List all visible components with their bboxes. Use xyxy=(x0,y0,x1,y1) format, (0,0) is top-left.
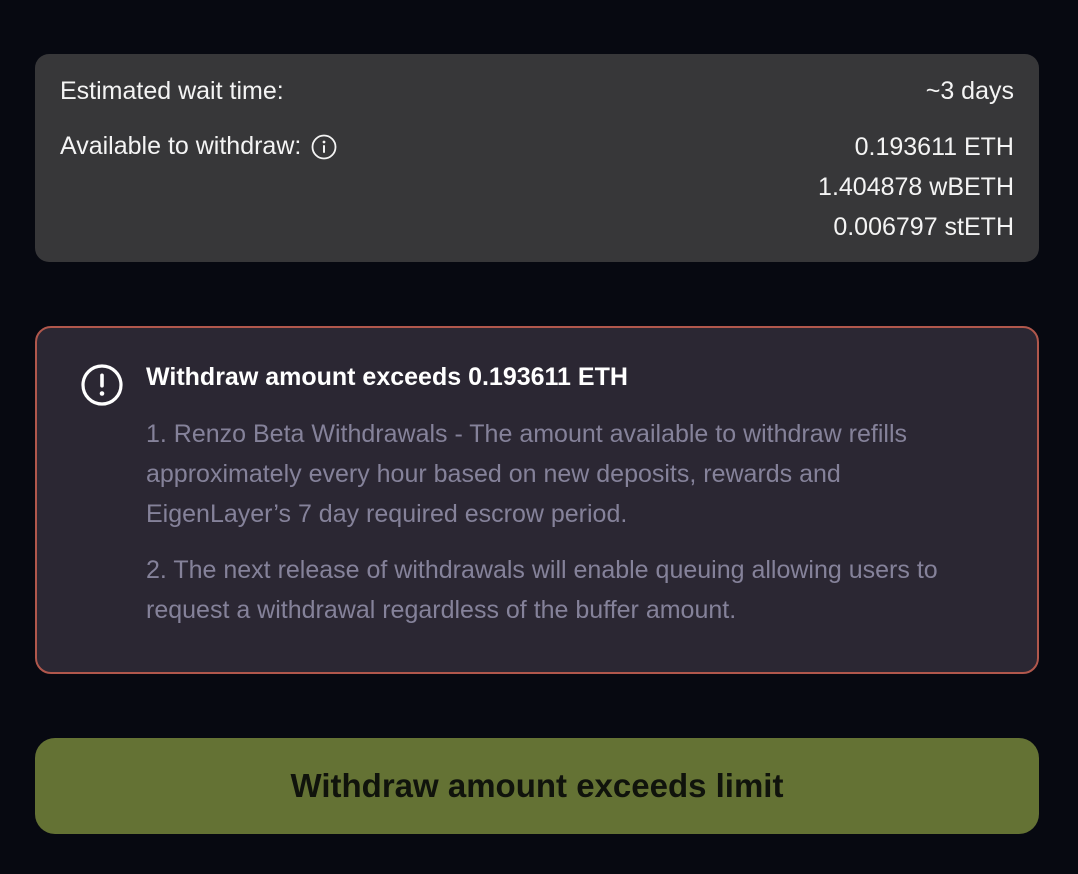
amount-steth: 0.006797 stETH xyxy=(833,213,1014,241)
estimated-wait-label: Estimated wait time: xyxy=(60,77,284,105)
available-to-withdraw-label: Available to withdraw: xyxy=(60,132,302,160)
amount-wbeth: 1.404878 wBETH xyxy=(818,173,1014,201)
info-icon[interactable] xyxy=(311,134,337,160)
available-to-withdraw-row: Available to withdraw: xyxy=(60,132,337,161)
available-amounts-list: 0.193611 ETH 1.404878 wBETH 0.006797 stE… xyxy=(818,132,1014,242)
withdraw-info-card: Estimated wait time: ~3 days Available t… xyxy=(35,54,1039,262)
warning-paragraph-2: 2. The next release of withdrawals will … xyxy=(146,556,938,624)
warning-title: Withdraw amount exceeds 0.193611 ETH xyxy=(146,363,628,391)
warning-paragraph-1: 1. Renzo Beta Withdrawals - The amount a… xyxy=(146,420,907,528)
amount-eth: 0.193611 ETH xyxy=(854,133,1014,161)
alert-circle-icon xyxy=(79,362,125,408)
withdraw-limit-button[interactable]: Withdraw amount exceeds limit xyxy=(35,738,1039,834)
withdraw-limit-warning: Withdraw amount exceeds 0.193611 ETH 1. … xyxy=(35,326,1039,674)
estimated-wait-value: ~3 days xyxy=(925,77,1014,105)
